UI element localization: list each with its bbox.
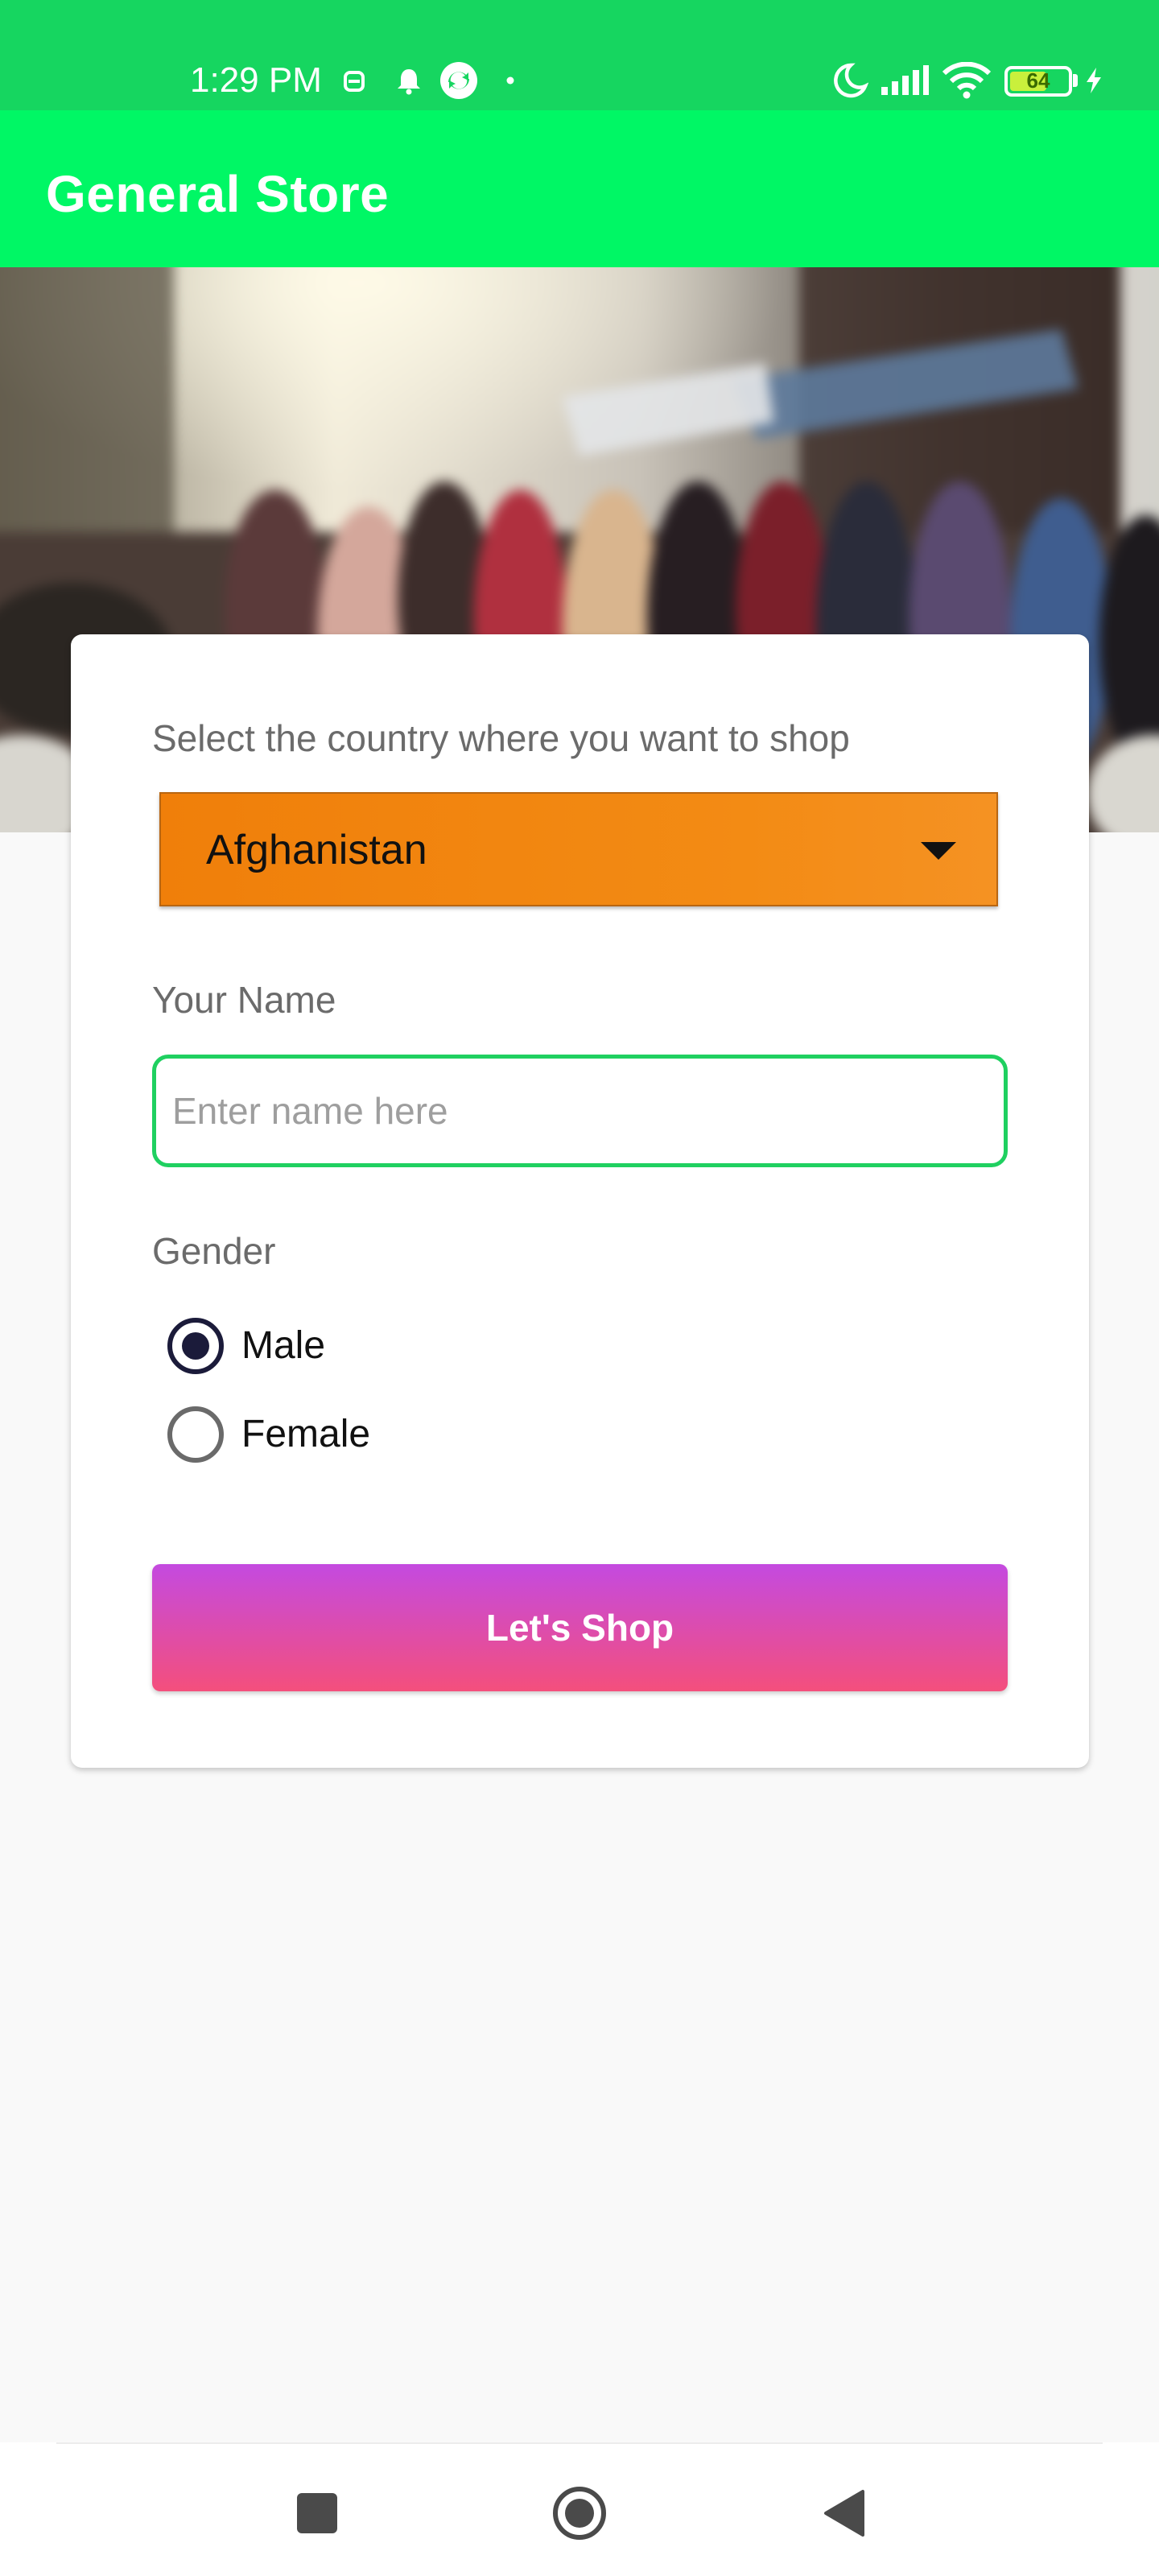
lets-shop-button[interactable]: Let's Shop bbox=[152, 1564, 1008, 1691]
radio-male[interactable]: Male bbox=[167, 1314, 325, 1378]
app-bar: General Store bbox=[0, 110, 1159, 267]
dnd-icon bbox=[338, 56, 370, 105]
system-navigation-bar bbox=[0, 2442, 1159, 2576]
notification-bell-icon bbox=[391, 56, 427, 105]
moon-icon bbox=[829, 56, 871, 105]
signal-icon bbox=[879, 56, 930, 105]
radio-button-unchecked[interactable] bbox=[167, 1406, 224, 1463]
nav-divider bbox=[56, 2442, 1103, 2444]
radio-female[interactable]: Female bbox=[167, 1402, 370, 1467]
battery-level-text: 64 bbox=[1026, 68, 1050, 93]
radio-button-checked[interactable] bbox=[167, 1318, 224, 1374]
country-label: Select the country where you want to sho… bbox=[152, 717, 850, 759]
gender-label: Gender bbox=[152, 1230, 276, 1272]
radio-male-label: Male bbox=[241, 1324, 326, 1367]
wifi-icon bbox=[940, 56, 993, 105]
dot-icon bbox=[502, 56, 518, 105]
app-title: General Store bbox=[46, 165, 390, 223]
battery-tip bbox=[1073, 74, 1078, 87]
status-bar: 1:29 PM 64 bbox=[0, 0, 1159, 110]
home-circle-icon[interactable] bbox=[547, 2481, 612, 2545]
back-triangle-icon[interactable] bbox=[811, 2481, 876, 2545]
charging-icon bbox=[1082, 56, 1106, 105]
country-selected-value: Afghanistan bbox=[206, 827, 427, 873]
name-input[interactable] bbox=[152, 1055, 1008, 1167]
name-label: Your Name bbox=[152, 979, 336, 1021]
dropdown-arrow-icon bbox=[921, 842, 956, 860]
recents-square-icon[interactable] bbox=[285, 2481, 349, 2545]
status-time: 1:29 PM bbox=[190, 60, 322, 100]
sync-icon bbox=[436, 56, 481, 105]
country-dropdown[interactable]: Afghanistan bbox=[159, 792, 998, 906]
radio-female-label: Female bbox=[241, 1413, 371, 1455]
shop-form-card: Select the country where you want to sho… bbox=[71, 634, 1089, 1768]
